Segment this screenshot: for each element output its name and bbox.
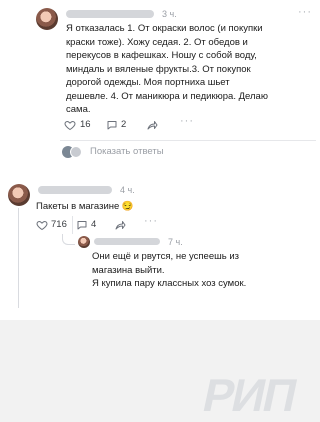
avatar[interactable] — [8, 184, 30, 206]
more-actions-icon[interactable]: ··· — [180, 115, 194, 127]
comment-icon — [77, 221, 87, 230]
avatar[interactable] — [78, 236, 90, 248]
like-count: 716 — [51, 219, 67, 230]
comment-line: дешевле. 4. От маникюра и педикюра. Дела… — [66, 90, 268, 102]
reply-line: магазина выйти. — [92, 264, 165, 276]
heart-icon — [36, 220, 48, 231]
comment-line: Я отказалась 1. От окраски волос (и поку… — [66, 23, 263, 34]
reply-count: 4 — [91, 219, 97, 230]
comment-line: перекусов в кафешках. Ношу с собой воду, — [66, 50, 257, 61]
share-icon[interactable] — [114, 219, 126, 231]
reply-line: Я купила пару классных хоз сумок. — [92, 278, 247, 289]
comment-line: дорогой одежды. Моя портниха шьет — [66, 77, 230, 88]
like-count: 16 — [80, 119, 91, 130]
show-replies-button[interactable]: Показать ответы — [62, 145, 192, 159]
comment-text: Пакеты в магазине 😏 — [36, 201, 134, 212]
like-button[interactable]: 716 — [36, 218, 68, 232]
reply-time: 7 ч. — [168, 237, 183, 247]
comment-time: 3 ч. — [162, 9, 177, 19]
reply-count-button[interactable]: 4 — [76, 218, 106, 232]
reply-connector — [62, 234, 75, 245]
comment-time: 4 ч. — [120, 185, 135, 195]
reply-text: Они ещё и рвутся, не успеешь из магазина… — [92, 250, 312, 291]
show-replies-label: Показать ответы — [90, 146, 164, 157]
comment-icon — [107, 121, 117, 130]
watermark-logo: РИП — [198, 369, 301, 421]
reply-line: Они ещё и рвутся, не успеешь из — [92, 251, 239, 262]
like-button[interactable]: 16 — [64, 118, 96, 132]
comment-line: миндаль и вяленые фрукты.3. От покупок — [66, 63, 251, 75]
comment-card-2: РИП 4 ч. Пакеты в магазине 😏 716 4 ··· 7… — [0, 178, 320, 421]
comment-text: Я отказалась 1. От окраски волос (и поку… — [66, 22, 316, 117]
reply-avatar — [70, 146, 82, 158]
comment-line: краски тоже). Хожу седая. 2. От обедов и — [66, 36, 248, 48]
divider — [60, 140, 316, 141]
reply-thread-line — [72, 216, 73, 234]
thread-line — [18, 208, 19, 308]
username-blurred[interactable] — [66, 10, 154, 18]
heart-icon — [64, 120, 76, 131]
comment-card-1: 3 ч. ··· Я отказалась 1. От окраски воло… — [0, 0, 320, 180]
more-options-icon[interactable]: ··· — [298, 6, 312, 18]
username-blurred[interactable] — [38, 186, 112, 194]
reply-count-button[interactable]: 2 — [106, 118, 136, 132]
share-icon[interactable] — [146, 119, 158, 131]
username-blurred[interactable] — [94, 238, 160, 245]
reply-count: 2 — [121, 119, 127, 130]
avatar[interactable] — [36, 8, 58, 30]
more-actions-icon[interactable]: ··· — [144, 215, 158, 227]
